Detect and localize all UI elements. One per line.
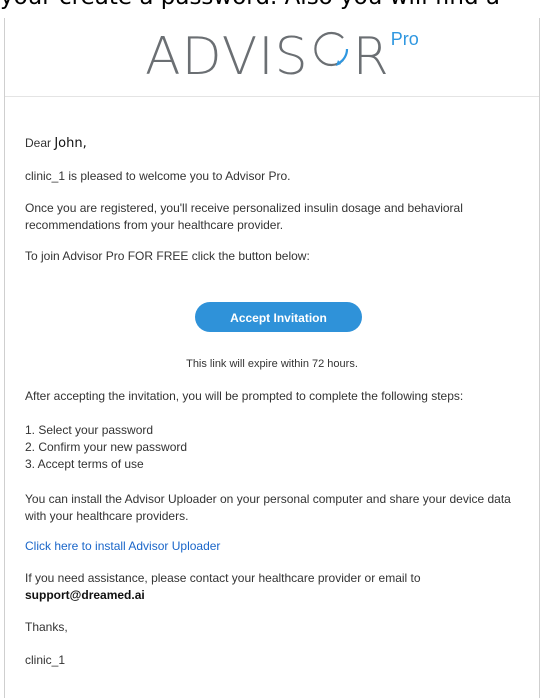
logo-text-end: R	[352, 27, 390, 87]
step-item: 1. Select your password	[25, 423, 154, 437]
registered-paragraph: Once you are registered, you'll receive …	[25, 201, 463, 232]
step-item: 2. Confirm your new password	[25, 440, 188, 454]
logo-o-arrow-icon	[313, 31, 348, 67]
welcome-paragraph: clinic_1 is pleased to welcome you to Ad…	[25, 169, 291, 183]
uploader-paragraph: You can install the Advisor Uploader on …	[25, 492, 511, 523]
install-uploader-link[interactable]: Click here to install Advisor Uploader	[25, 538, 519, 555]
advisor-pro-logo: ADVIS R Pro	[145, 27, 419, 89]
steps-intro: After accepting the invitation, you will…	[25, 389, 464, 403]
accept-invitation-button[interactable]: Accept Invitation	[195, 302, 362, 332]
steps-list: 1. Select your password 2. Confirm your …	[25, 422, 519, 473]
support-email[interactable]: support@dreamed.ai	[25, 587, 519, 604]
recipient-name: John,	[54, 136, 87, 151]
greeting-prefix: Dear	[25, 136, 55, 150]
cropped-header-text: your create a password. Also you will fi…	[0, 0, 560, 10]
signature: clinic_1	[25, 653, 66, 667]
step-item: 3. Accept terms of use	[25, 457, 144, 471]
logo-text-start: ADVIS	[145, 27, 309, 87]
email-body: ADVIS R Pro Dear John, clinic_1 is pleas…	[4, 18, 540, 698]
expire-note: This link will expire within 72 hours.	[186, 358, 358, 370]
assistance-text: If you need assistance, please contact y…	[25, 571, 421, 585]
logo-pro-superscript: Pro	[390, 29, 419, 49]
join-paragraph: To join Advisor Pro FOR FREE click the b…	[25, 249, 310, 263]
assistance-paragraph: If you need assistance, please contact y…	[25, 570, 519, 604]
header-divider	[5, 96, 539, 97]
thanks-text: Thanks,	[25, 620, 68, 634]
greeting: Dear John,	[25, 135, 519, 152]
